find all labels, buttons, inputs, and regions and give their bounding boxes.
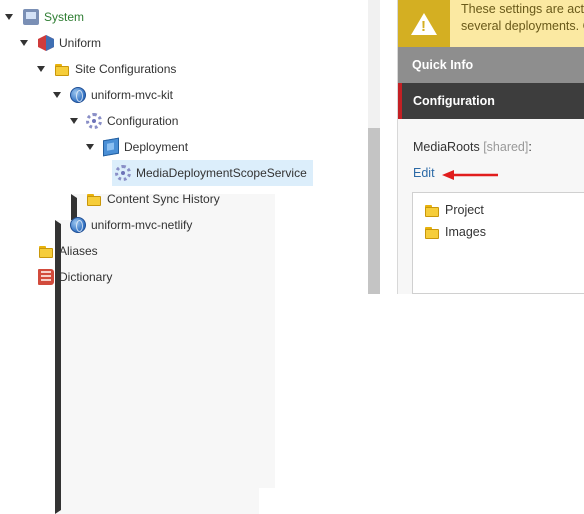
red-arrow-icon [442, 170, 498, 180]
list-item-label: Project [445, 203, 484, 217]
field-name: MediaRoots [413, 140, 480, 154]
field-colon: : [528, 140, 532, 154]
tree-node-label: MediaDeploymentScopeService [136, 166, 307, 180]
deployment-icon [103, 137, 119, 157]
tree-scrollbar-thumb[interactable] [368, 128, 380, 294]
section-configuration[interactable]: Configuration [398, 83, 584, 119]
folder-icon [54, 61, 70, 77]
content-tree: System Uniform Site Configurations unifo… [0, 0, 380, 514]
globe-icon [70, 217, 86, 233]
tree-node-label: Dictionary [59, 270, 113, 284]
folder-icon [86, 191, 102, 207]
gear-icon [115, 165, 131, 181]
tree-node-label: Aliases [59, 244, 98, 258]
field-label-mediaroots: MediaRoots [shared]: [413, 140, 532, 154]
tree-node-label: Content Sync History [107, 192, 220, 206]
mediaroots-list[interactable]: Project Images [412, 192, 584, 294]
collapse-arrow-icon[interactable] [20, 40, 28, 46]
shared-tag: [shared] [483, 140, 529, 154]
collapse-arrow-icon[interactable] [5, 14, 13, 20]
edit-link[interactable]: Edit [413, 166, 435, 180]
tree-node-aliases[interactable]: Aliases [38, 238, 98, 264]
collapse-arrow-icon[interactable] [53, 92, 61, 98]
collapse-arrow-icon[interactable] [37, 66, 45, 72]
system-icon [23, 9, 39, 25]
collapse-arrow-icon[interactable] [86, 144, 94, 150]
tree-node-site-configurations[interactable]: Site Configurations [54, 56, 176, 82]
globe-icon [70, 87, 86, 103]
tree-node-label: System [44, 10, 85, 24]
gear-icon [86, 113, 102, 129]
tree-node-label: uniform-mvc-kit [91, 88, 174, 102]
list-item-label: Images [445, 225, 486, 239]
uniform-icon [38, 35, 54, 51]
folder-icon [424, 202, 440, 218]
tree-node-media-deployment-scope-service[interactable]: MediaDeploymentScopeService [112, 160, 313, 186]
tree-node-dictionary[interactable]: Dictionary [38, 264, 112, 290]
warning-banner: ! These settings are acti several deploy… [398, 0, 584, 48]
configuration-content: MediaRoots [shared]: Edit Project Images [398, 119, 584, 294]
tree-node-configuration[interactable]: Configuration [86, 108, 178, 134]
tree-node-uniform-mvc-netlify[interactable]: uniform-mvc-netlify [70, 212, 192, 238]
tree-node-system[interactable]: System [23, 4, 84, 30]
folder-icon [424, 224, 440, 240]
tree-node-deployment[interactable]: Deployment [103, 134, 188, 160]
dictionary-icon [38, 269, 54, 285]
tree-node-uniform[interactable]: Uniform [38, 30, 101, 56]
tree-node-label: Uniform [59, 36, 102, 50]
warning-line-1: These settings are acti [461, 2, 584, 16]
tree-node-content-sync-history[interactable]: Content Sync History [86, 186, 220, 212]
tree-node-label: Configuration [107, 114, 179, 128]
list-item[interactable]: Project [424, 200, 484, 220]
warning-line-2: several deployments. Cha [461, 19, 584, 33]
collapse-arrow-icon[interactable] [70, 118, 78, 124]
tree-node-label: Deployment [124, 140, 189, 154]
pane-splitter[interactable] [380, 0, 398, 294]
tree-node-label: uniform-mvc-netlify [91, 218, 193, 232]
folder-icon [38, 243, 54, 259]
list-item[interactable]: Images [424, 222, 486, 242]
tree-node-uniform-mvc-kit[interactable]: uniform-mvc-kit [70, 82, 173, 108]
section-quick-info[interactable]: Quick Info [398, 47, 584, 83]
warning-text: These settings are acti several deployme… [461, 1, 584, 35]
warning-icon: ! [398, 0, 450, 47]
tree-node-label: Site Configurations [75, 62, 177, 76]
